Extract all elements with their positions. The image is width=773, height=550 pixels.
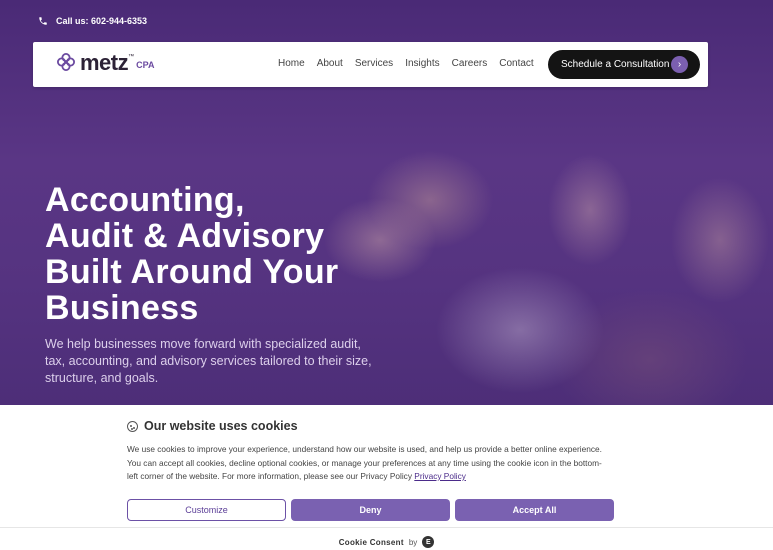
logo-name: metz [80, 50, 129, 75]
schedule-consultation-button[interactable]: Schedule a Consultation › [548, 50, 700, 79]
nav-item-insights[interactable]: Insights [405, 58, 439, 69]
headline-line: Accounting, [45, 181, 245, 219]
phone-icon [39, 17, 47, 25]
hero-headline: Accounting, Audit & Advisory Built Aroun… [45, 182, 425, 326]
hero-subtext: We help businesses move forward with spe… [45, 337, 372, 385]
cta-label: Schedule a Consultation [561, 59, 670, 70]
hero-section: Call us: 602-944-6353 metz ™ CPA Home Ab… [0, 0, 773, 405]
logo-mark-icon [57, 53, 75, 71]
nav-item-contact[interactable]: Contact [499, 58, 533, 69]
nav-item-about[interactable]: About [317, 58, 343, 69]
nav-item-services[interactable]: Services [355, 58, 393, 69]
divider [0, 527, 773, 528]
provider-logo-icon: E [422, 536, 435, 548]
cookie-banner-title: Our website uses cookies [127, 419, 298, 433]
chevron-right-icon: › [671, 56, 688, 73]
attribution-by: by [408, 537, 418, 547]
cookie-consent-banner: Our website uses cookies We use cookies … [0, 405, 773, 550]
headline-line: Audit & Advisory [45, 217, 325, 255]
headline-line: Built Around Your [45, 253, 339, 291]
privacy-policy-link[interactable]: Privacy Policy [414, 471, 466, 481]
nav-item-home[interactable]: Home [278, 58, 305, 69]
cookie-body-text: We use cookies to improve your experienc… [127, 444, 602, 481]
cookie-description: We use cookies to improve your experienc… [127, 443, 607, 484]
top-contact-bar[interactable]: Call us: 602-944-6353 [38, 16, 147, 26]
phone-number-text[interactable]: Call us: 602-944-6353 [56, 16, 147, 26]
metz-cpa-logo[interactable]: metz ™ CPA [57, 52, 154, 74]
nav-menu: Home About Services Insights Careers Con… [278, 58, 546, 69]
main-navigation-bar: metz ™ CPA Home About Services Insights … [33, 42, 708, 87]
cookie-consent-brand: Cookie Consent [338, 537, 404, 547]
nav-item-careers[interactable]: Careers [452, 58, 488, 69]
cookie-icon [127, 420, 138, 432]
customize-button[interactable]: Customize [127, 499, 286, 521]
deny-button[interactable]: Deny [291, 499, 450, 521]
cookie-title-text: Our website uses cookies [144, 419, 298, 433]
cookie-consent-attribution[interactable]: Cookie Consent by E [0, 536, 773, 548]
logo-suffix: CPA [136, 60, 155, 70]
accept-all-button[interactable]: Accept All [455, 499, 614, 521]
logo-trademark: ™ [128, 54, 135, 60]
headline-line: Business [45, 289, 199, 327]
